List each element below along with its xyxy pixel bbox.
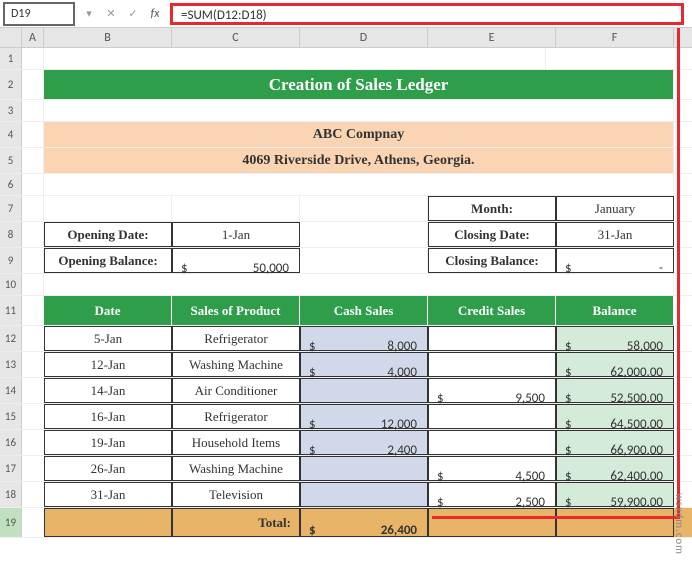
header-cash: Cash Sales xyxy=(300,296,428,325)
closing-date-label: Closing Date: xyxy=(428,222,556,247)
cell-date[interactable]: 19-Jan xyxy=(44,430,172,455)
confirm-icon[interactable]: ✓ xyxy=(122,3,144,25)
select-all-corner[interactable] xyxy=(0,28,22,47)
opening-balance-label: Opening Balance: xyxy=(44,248,172,273)
row-header[interactable]: 8 xyxy=(0,222,22,247)
cell-balance[interactable]: $59,900.00 xyxy=(556,482,674,507)
col-header-d[interactable]: D xyxy=(300,28,428,47)
closing-date-value[interactable]: 31-Jan xyxy=(556,222,674,247)
col-header-e[interactable]: E xyxy=(428,28,556,47)
row-header[interactable]: 10 xyxy=(0,274,22,295)
arrow-line-vertical xyxy=(677,28,680,518)
cancel-icon[interactable]: ✕ xyxy=(100,3,122,25)
row-header[interactable]: 19 xyxy=(0,508,22,537)
cell-product[interactable]: Air Conditioner xyxy=(172,378,300,403)
cell-date[interactable]: 5-Jan xyxy=(44,326,172,351)
cell-date[interactable]: 16-Jan xyxy=(44,404,172,429)
formula-bar: D19 ▾ ✕ ✓ fx =SUM(D12:D18) xyxy=(0,0,692,28)
opening-balance-value[interactable]: $50,000 xyxy=(172,248,300,273)
row-header[interactable]: 14 xyxy=(0,378,22,403)
opening-date-label: Opening Date: xyxy=(44,222,172,247)
cell-cash[interactable] xyxy=(300,482,428,507)
total-cash-cell[interactable]: $26,400 xyxy=(300,508,428,537)
cell-cash[interactable]: $8,000 xyxy=(300,326,428,351)
cell-product[interactable]: Washing Machine xyxy=(172,352,300,377)
name-box[interactable]: D19 xyxy=(4,3,74,25)
cell-date[interactable]: 31-Jan xyxy=(44,482,172,507)
cell-credit[interactable]: $4,500 xyxy=(428,456,556,481)
arrow-line-horizontal xyxy=(432,516,680,519)
formula-input[interactable]: =SUM(D12:D18) xyxy=(170,3,684,25)
cell-cash[interactable]: $2,400 xyxy=(300,430,428,455)
cell-balance[interactable]: $62,400.00 xyxy=(556,456,674,481)
row-header[interactable]: 17 xyxy=(0,456,22,481)
cell-product[interactable]: Washing Machine xyxy=(172,456,300,481)
spreadsheet-grid[interactable]: 1 2 Creation of Sales Ledger 3 4 ABC Com… xyxy=(0,48,692,538)
row-header[interactable]: 7 xyxy=(0,196,22,221)
closing-balance-value[interactable]: $- xyxy=(556,248,674,273)
cell-credit[interactable] xyxy=(428,326,556,351)
fx-icon[interactable]: fx xyxy=(144,3,166,25)
cell-cash[interactable] xyxy=(300,456,428,481)
cell-credit[interactable] xyxy=(428,404,556,429)
cell-credit[interactable] xyxy=(428,430,556,455)
row-header[interactable]: 1 xyxy=(0,48,22,69)
header-date: Date xyxy=(44,296,172,325)
row-header[interactable]: 16 xyxy=(0,430,22,455)
header-balance: Balance xyxy=(556,296,674,325)
row-header[interactable]: 6 xyxy=(0,174,22,195)
row-header[interactable]: 15 xyxy=(0,404,22,429)
row-header[interactable]: 13 xyxy=(0,352,22,377)
cell-credit[interactable]: $2,500 xyxy=(428,482,556,507)
row-header[interactable]: 12 xyxy=(0,326,22,351)
row-header[interactable]: 11 xyxy=(0,296,22,325)
cell-balance[interactable]: $58,000 xyxy=(556,326,674,351)
watermark: wsxdm.com xyxy=(673,493,686,555)
cell-product[interactable]: Refrigerator xyxy=(172,404,300,429)
col-header-a[interactable]: A xyxy=(22,28,44,47)
cell-credit[interactable] xyxy=(428,352,556,377)
page-title: Creation of Sales Ledger xyxy=(44,70,674,99)
col-header-b[interactable]: B xyxy=(44,28,172,47)
name-dropdown-icon[interactable]: ▾ xyxy=(78,3,100,25)
cell-cash[interactable]: $12,000 xyxy=(300,404,428,429)
cell-product[interactable]: Household Items xyxy=(172,430,300,455)
row-header[interactable]: 2 xyxy=(0,70,22,99)
month-label: Month: xyxy=(428,196,556,221)
month-value[interactable]: January xyxy=(556,196,674,221)
cell-cash[interactable]: $4,000 xyxy=(300,352,428,377)
cell-cash[interactable] xyxy=(300,378,428,403)
col-header-c[interactable]: C xyxy=(172,28,300,47)
col-header-f[interactable]: F xyxy=(556,28,674,47)
cell-product[interactable]: Television xyxy=(172,482,300,507)
column-headers: A B C D E F xyxy=(0,28,692,48)
cell-date[interactable]: 26-Jan xyxy=(44,456,172,481)
closing-balance-label: Closing Balance: xyxy=(428,248,556,273)
cell-balance[interactable]: $52,500.00 xyxy=(556,378,674,403)
row-header[interactable]: 9 xyxy=(0,248,22,273)
row-header[interactable]: 5 xyxy=(0,148,22,173)
row-header[interactable]: 4 xyxy=(0,122,22,147)
company-name: ABC Compnay xyxy=(44,122,674,147)
cell-balance[interactable]: $64,500.00 xyxy=(556,404,674,429)
header-product: Sales of Product xyxy=(172,296,300,325)
total-label: Total: xyxy=(172,508,300,537)
cell-product[interactable]: Refrigerator xyxy=(172,326,300,351)
row-header[interactable]: 3 xyxy=(0,100,22,121)
row-header[interactable]: 18 xyxy=(0,482,22,507)
cell-balance[interactable]: $66,900.00 xyxy=(556,430,674,455)
header-credit: Credit Sales xyxy=(428,296,556,325)
company-address: 4069 Riverside Drive, Athens, Georgia. xyxy=(44,148,674,173)
cell-date[interactable]: 14-Jan xyxy=(44,378,172,403)
cell-credit[interactable]: $9,500 xyxy=(428,378,556,403)
cell-date[interactable]: 12-Jan xyxy=(44,352,172,377)
cell-balance[interactable]: $62,000.00 xyxy=(556,352,674,377)
opening-date-value[interactable]: 1-Jan xyxy=(172,222,300,247)
